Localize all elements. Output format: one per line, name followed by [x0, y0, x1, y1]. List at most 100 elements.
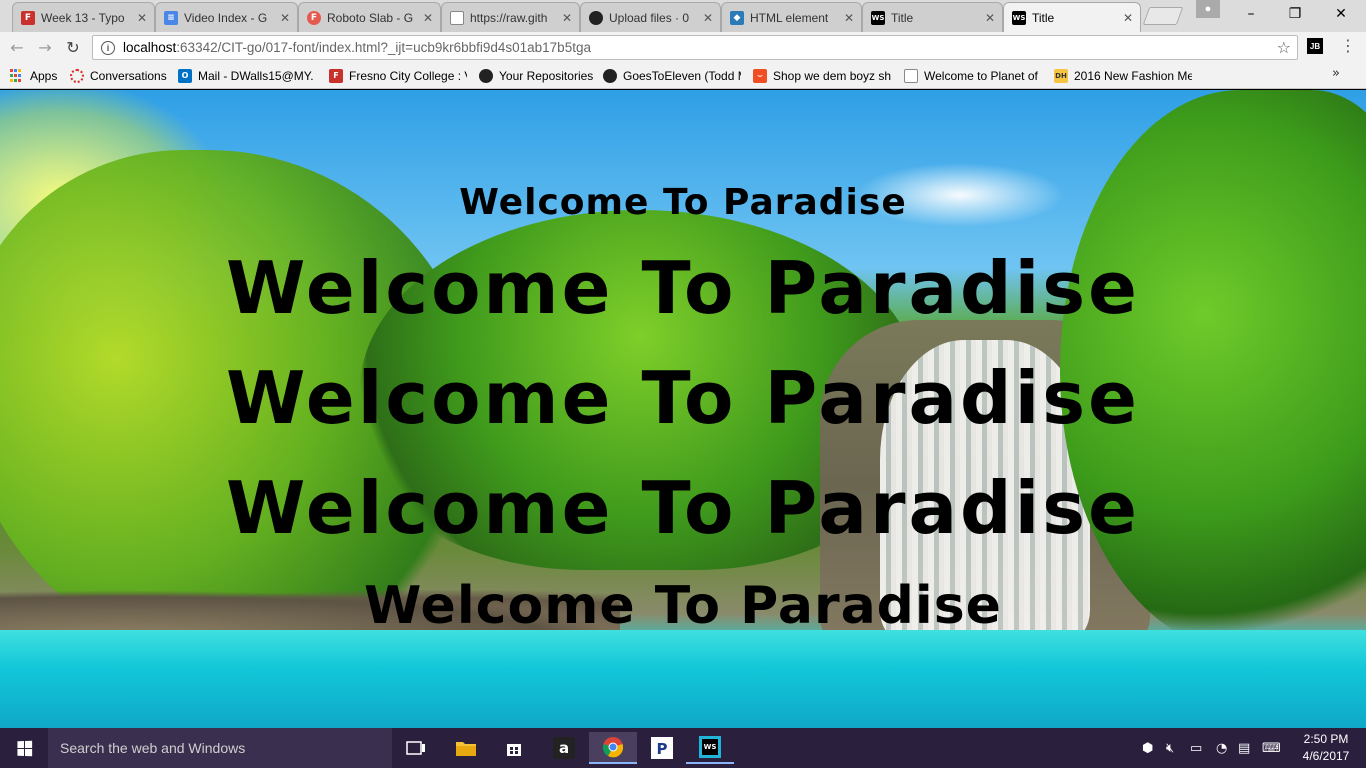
- tab-strip: F Week 13 - Typo ✕ ≡ Video Index - G ✕ F…: [0, 0, 1366, 32]
- close-icon[interactable]: ✕: [422, 11, 434, 25]
- bookmark-fresno[interactable]: F Fresno City College : V: [329, 67, 467, 84]
- url-host: localhost: [123, 40, 177, 55]
- close-icon[interactable]: ✕: [279, 11, 291, 25]
- tab-2[interactable]: ≡ Video Index - G ✕: [155, 2, 298, 32]
- start-button[interactable]: [0, 728, 48, 768]
- dropbox-icon[interactable]: ⬢: [1142, 728, 1153, 768]
- back-icon[interactable]: ←: [6, 36, 28, 58]
- battery-icon[interactable]: ▭: [1190, 728, 1202, 768]
- store-icon[interactable]: [490, 732, 538, 764]
- minimize-button[interactable]: –: [1228, 0, 1274, 28]
- github-icon: [603, 68, 617, 83]
- tab-1[interactable]: F Week 13 - Typo ✕: [12, 2, 155, 32]
- tab-4[interactable]: https://raw.gith ✕: [441, 2, 580, 32]
- svg-text:WS: WS: [704, 743, 717, 751]
- tab-label: Week 13 - Typo: [41, 10, 125, 25]
- extension-label: JB: [1309, 41, 1321, 51]
- close-icon[interactable]: ✕: [1122, 11, 1134, 25]
- bookmark-goestoeleven[interactable]: GoesToEleven (Todd M: [603, 67, 741, 84]
- bookmark-conversations[interactable]: Conversations: [70, 67, 167, 84]
- google-fonts-icon: F: [307, 10, 321, 25]
- forward-icon[interactable]: →: [34, 36, 56, 58]
- bookmarks-overflow-icon[interactable]: »: [1332, 66, 1340, 81]
- heading-large-3: Welcome To Paradise: [226, 466, 1140, 550]
- bookmark-mail[interactable]: O Mail - DWalls15@MY.: [178, 67, 316, 84]
- heading-large-2: Welcome To Paradise: [226, 356, 1140, 440]
- wifi-icon[interactable]: ◔: [1216, 728, 1227, 768]
- jetbrains-extension-icon[interactable]: JB: [1307, 38, 1323, 54]
- page-icon: [904, 68, 918, 83]
- svg-text:P: P: [657, 740, 668, 758]
- bookmark-label: 2016 New Fashion Me: [1074, 68, 1192, 83]
- url-path: :63342/CIT-go/017-font/index.html?_ijt=u…: [176, 40, 591, 55]
- tab-label: https://raw.gith: [470, 10, 548, 25]
- tab-label: Roboto Slab - G: [327, 10, 414, 25]
- bookmark-shop[interactable]: ⌣ Shop we dem boyz sh: [753, 67, 891, 84]
- github-icon: [589, 10, 603, 25]
- tab-label: Title: [891, 10, 914, 25]
- chrome-icon[interactable]: [589, 732, 637, 764]
- action-center-icon[interactable]: ▤: [1238, 728, 1250, 768]
- tab-6[interactable]: ◆ HTML element ✕: [721, 2, 862, 32]
- address-bar[interactable]: i localhost:63342/CIT-go/017-font/index.…: [92, 35, 1298, 60]
- fcc-logo-icon: F: [329, 68, 343, 83]
- bookmark-label: GoesToEleven (Todd M: [623, 68, 741, 83]
- close-icon[interactable]: ✕: [136, 11, 148, 25]
- tab-5[interactable]: Upload files · 0 ✕: [580, 2, 721, 32]
- tab-8-active[interactable]: WS Title ✕: [1003, 2, 1141, 32]
- clock-time: 2:50 PM: [1303, 732, 1349, 746]
- bookmark-repositories[interactable]: Your Repositories: [479, 67, 593, 84]
- tab-7[interactable]: WS Title ✕: [862, 2, 1003, 32]
- restore-button[interactable]: ❐: [1272, 0, 1318, 28]
- bookmark-label: Mail - DWalls15@MY.: [198, 68, 314, 83]
- shop-icon: ⌣: [753, 68, 767, 83]
- bookmark-label: Welcome to Planet of: [924, 68, 1038, 83]
- profile-icon[interactable]: ●: [1196, 0, 1220, 18]
- apps-grid-icon: [10, 68, 24, 83]
- google-docs-icon: ≡: [164, 10, 178, 25]
- close-icon[interactable]: ✕: [561, 11, 573, 25]
- close-icon[interactable]: ✕: [984, 11, 996, 25]
- bookmarks-bar: Apps Conversations O Mail - DWalls15@MY.…: [0, 62, 1366, 89]
- system-clock[interactable]: 2:50 PM 4/6/2017: [1296, 731, 1356, 765]
- webstorm-icon: WS: [1012, 10, 1026, 25]
- heading-stack: Welcome To Paradise Welcome To Paradise …: [0, 90, 1366, 728]
- svg-text:a: a: [559, 739, 569, 757]
- bookmark-label: Conversations: [90, 68, 167, 83]
- keyboard-icon[interactable]: ⌨: [1262, 728, 1281, 768]
- bookmark-fashion[interactable]: DH 2016 New Fashion Me: [1054, 67, 1192, 84]
- bookmark-label: Shop we dem boyz sh: [773, 68, 891, 83]
- fcc-logo-icon: F: [21, 10, 35, 25]
- amazon-icon[interactable]: a: [540, 732, 588, 764]
- bookmark-planet[interactable]: Welcome to Planet of: [904, 67, 1042, 84]
- file-explorer-icon[interactable]: [442, 732, 490, 764]
- webstorm-icon: WS: [871, 10, 885, 25]
- search-box[interactable]: Search the web and Windows: [48, 728, 392, 768]
- bookmark-star-icon[interactable]: ☆: [1277, 38, 1291, 57]
- tab-3[interactable]: F Roboto Slab - G ✕: [298, 2, 441, 32]
- heading-medium: Welcome To Paradise: [364, 576, 1002, 636]
- bookmark-label: Apps: [30, 68, 58, 83]
- outlook-icon: O: [178, 68, 192, 83]
- search-placeholder: Search the web and Windows: [60, 740, 246, 756]
- heading-small: Welcome To Paradise: [459, 182, 907, 223]
- reload-icon[interactable]: ↻: [62, 36, 84, 58]
- pycharm-icon[interactable]: P: [638, 732, 686, 764]
- webstorm-icon[interactable]: WS: [686, 732, 734, 764]
- task-view-icon[interactable]: [392, 732, 440, 764]
- heading-large-1: Welcome To Paradise: [226, 246, 1140, 330]
- bookmark-apps[interactable]: Apps: [10, 67, 57, 84]
- close-window-button[interactable]: ✕: [1318, 0, 1364, 28]
- bookmark-label: Your Repositories: [499, 68, 594, 83]
- info-icon[interactable]: i: [101, 40, 115, 55]
- windows-taskbar: Search the web and Windows a P WS ⬢ 🔇︎ ▭…: [0, 728, 1366, 768]
- bookmark-label: Fresno City College : V: [349, 68, 467, 83]
- menu-icon[interactable]: ⋮: [1340, 36, 1356, 56]
- volume-muted-icon[interactable]: 🔇︎: [1166, 728, 1174, 768]
- new-tab-button[interactable]: [1142, 7, 1184, 25]
- page-icon: [450, 10, 464, 25]
- tab-label: Upload files · 0: [609, 10, 690, 25]
- close-icon[interactable]: ✕: [702, 11, 714, 25]
- close-icon[interactable]: ✕: [843, 11, 855, 25]
- tab-label: Video Index - G: [184, 10, 268, 25]
